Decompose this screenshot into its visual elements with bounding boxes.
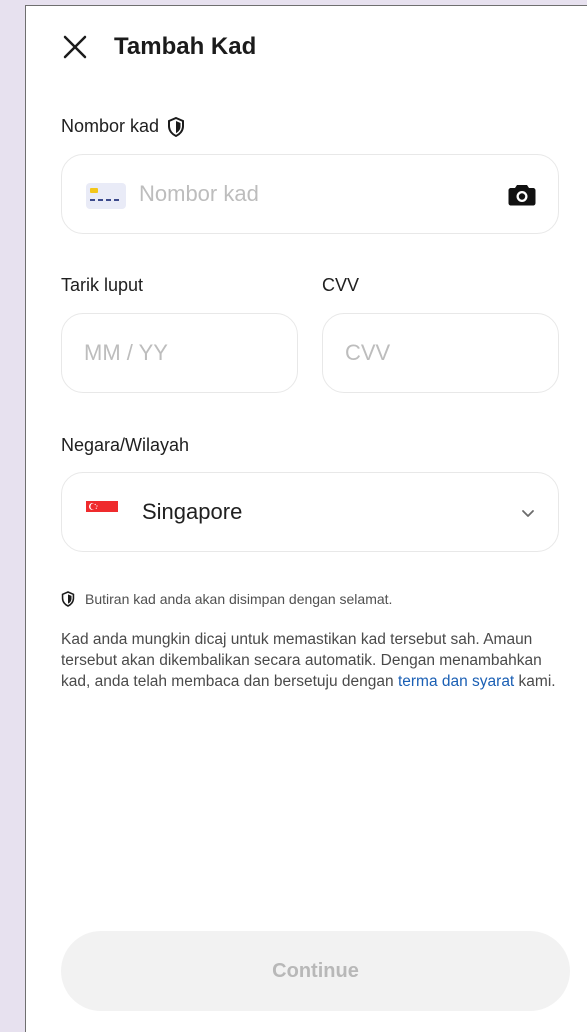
card-number-label: Nombor kad — [61, 116, 160, 136]
singapore-flag-icon — [86, 501, 118, 523]
card-number-field[interactable]: Nombor kad — [61, 154, 559, 234]
card-number-label-row: Nombor kad — [61, 116, 185, 137]
terms-link[interactable]: terma dan syarat — [398, 673, 514, 690]
close-icon[interactable] — [61, 33, 89, 61]
cvv-label: CVV — [322, 275, 360, 295]
header: Tambah Kad — [61, 33, 256, 61]
expiry-label: Tarik luput — [61, 275, 144, 295]
cvv-field[interactable]: CVV — [322, 313, 559, 393]
expiry-field[interactable]: MM / YY — [61, 313, 298, 393]
continue-button[interactable]: Continue — [61, 931, 570, 1011]
card-icon — [86, 183, 126, 209]
disclaimer-text-end: kami. — [514, 673, 556, 690]
country-label: Negara/Wilayah — [61, 435, 190, 455]
shield-icon — [167, 116, 185, 137]
chevron-down-icon[interactable] — [520, 505, 536, 521]
country-select[interactable]: Singapore — [61, 472, 559, 552]
page-title: Tambah Kad — [114, 33, 257, 60]
camera-icon[interactable] — [508, 183, 536, 207]
security-note: Butiran kad anda akan disimpan dengan se… — [85, 591, 393, 607]
cvv-input[interactable]: CVV — [345, 340, 390, 366]
add-card-page: Tambah Kad Nombor kad Nombor kad Tarik l… — [25, 5, 587, 1032]
expiry-input[interactable]: MM / YY — [84, 340, 168, 366]
shield-icon — [61, 591, 75, 607]
card-number-input[interactable]: Nombor kad — [139, 181, 259, 207]
disclaimer: Kad anda mungkin dicaj untuk memastikan … — [61, 629, 561, 692]
security-note-row: Butiran kad anda akan disimpan dengan se… — [61, 591, 392, 607]
country-value: Singapore — [142, 499, 243, 524]
